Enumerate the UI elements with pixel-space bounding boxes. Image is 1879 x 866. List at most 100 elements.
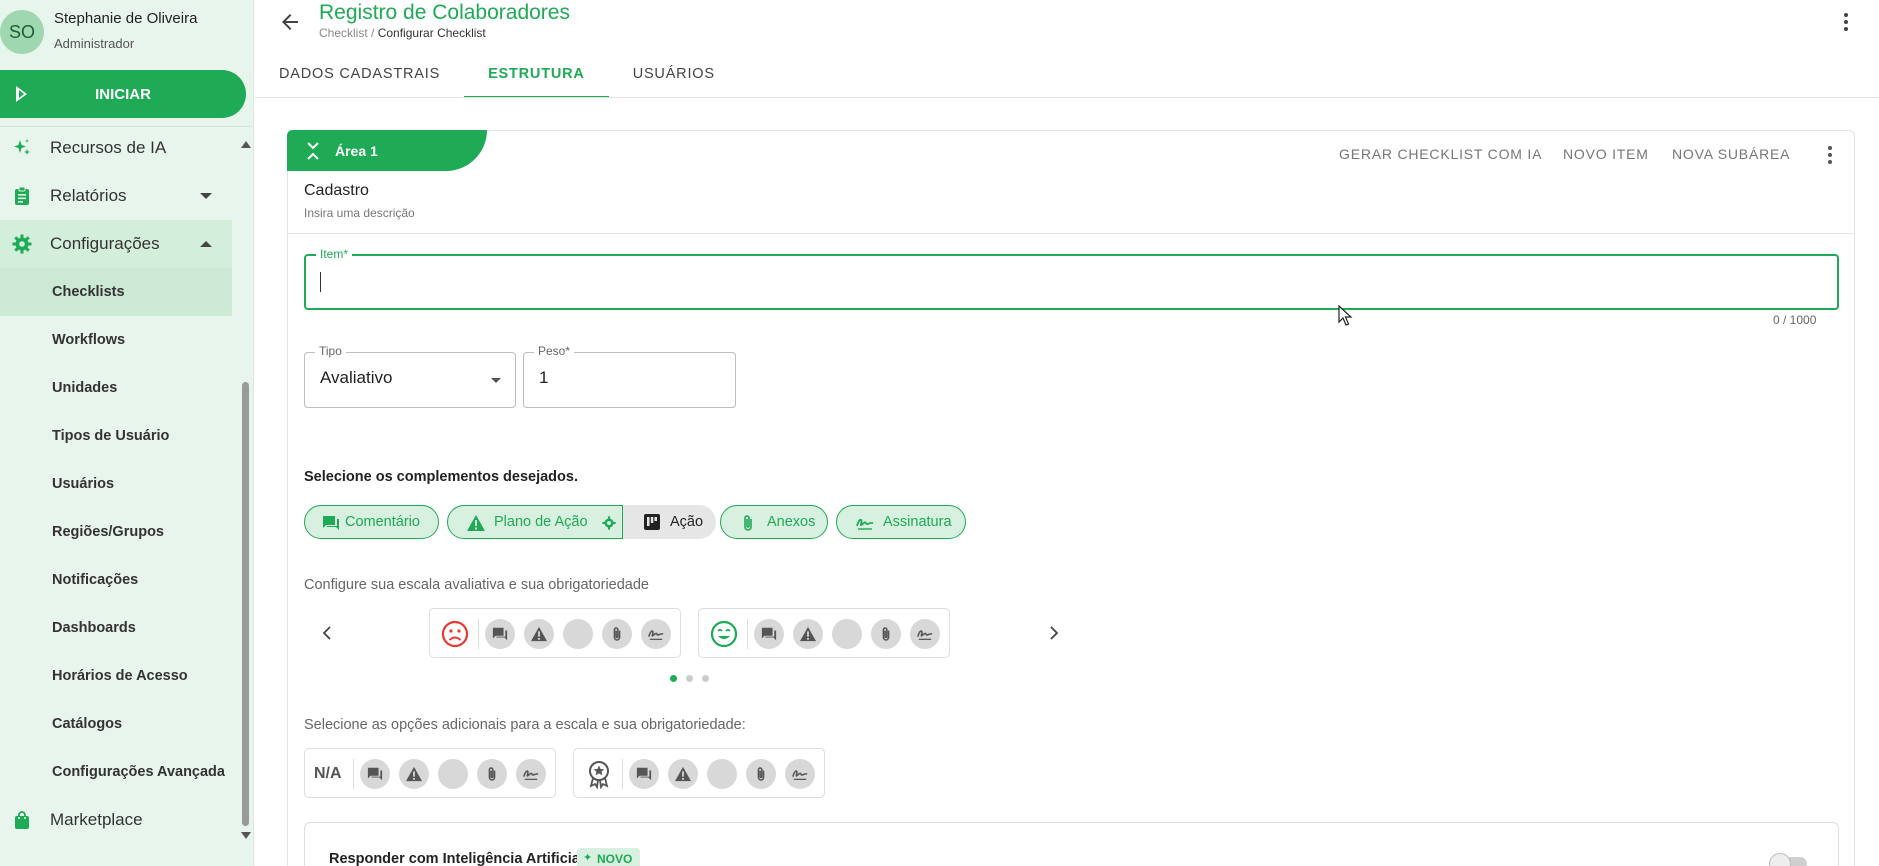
- signature-icon[interactable]: [785, 759, 815, 789]
- warning-icon[interactable]: [399, 759, 429, 789]
- tab-estrutura[interactable]: ESTRUTURA: [464, 50, 609, 98]
- avatar: SO: [0, 10, 44, 54]
- new-badge: NOVO: [577, 848, 641, 866]
- sidebar-item-marketplace[interactable]: Marketplace: [0, 796, 232, 844]
- warning-icon[interactable]: [668, 759, 698, 789]
- sidebar-subitem-config-avancada[interactable]: Configurações Avançada: [0, 748, 232, 796]
- na-label[interactable]: N/A: [314, 765, 342, 783]
- arrow-left-icon: [282, 14, 298, 30]
- area-more-icon[interactable]: [1820, 144, 1840, 166]
- tab-bar: DADOS CADASTRAIS ESTRUTURA USUÁRIOS: [255, 50, 739, 98]
- action-slot-icon[interactable]: [563, 619, 593, 649]
- sidebar-item-recursos-ia[interactable]: Recursos de IA: [0, 124, 232, 172]
- sidebar-subitem-notificacoes[interactable]: Notificações: [0, 556, 232, 604]
- comment-icon[interactable]: [754, 619, 784, 649]
- sidebar-subitem-regioes-grupos[interactable]: Regiões/Grupos: [0, 508, 232, 556]
- ai-answer-box: Responder com Inteligência Artificial NO…: [304, 822, 1839, 866]
- signature-icon[interactable]: [910, 619, 940, 649]
- area-header-tab[interactable]: Área 1: [287, 130, 487, 171]
- ai-answer-toggle[interactable]: [1769, 853, 1807, 866]
- sidebar-subitem-workflows[interactable]: Workflows: [0, 316, 232, 364]
- sidebar-subitem-dashboards[interactable]: Dashboards: [0, 604, 232, 652]
- sidebar-subitem-unidades[interactable]: Unidades: [0, 364, 232, 412]
- section-title[interactable]: Cadastro: [304, 182, 369, 200]
- generate-ai-checklist-button[interactable]: GERAR CHECKLIST COM IA: [1339, 146, 1542, 162]
- scale-next-button[interactable]: [1043, 623, 1063, 643]
- sidebar-subitem-horarios-acesso[interactable]: Horários de Acesso: [0, 652, 232, 700]
- paperclip-icon[interactable]: [602, 619, 632, 649]
- user-name: Stephanie de Oliveira: [54, 10, 198, 27]
- signature-icon[interactable]: [516, 759, 546, 789]
- chip-label: Ação: [670, 514, 704, 530]
- carousel-dot-2[interactable]: [686, 675, 693, 682]
- additional-option-award: [573, 748, 825, 798]
- signature-icon: [856, 518, 874, 530]
- scroll-up-icon[interactable]: [241, 141, 251, 148]
- action-slot-icon[interactable]: [832, 619, 862, 649]
- scroll-down-icon[interactable]: [241, 832, 251, 839]
- comment-icon[interactable]: [360, 759, 390, 789]
- carousel-dot-1[interactable]: [670, 675, 677, 682]
- divider: [747, 619, 748, 649]
- award-badge-icon[interactable]: [584, 759, 614, 789]
- scale-prev-button[interactable]: [318, 623, 338, 643]
- area-label: Área 1: [335, 142, 378, 159]
- text-cursor: [320, 272, 321, 292]
- type-select[interactable]: Tipo Avaliativo: [304, 344, 516, 408]
- item-field[interactable]: Item*: [304, 247, 1839, 310]
- scroll-thumb[interactable]: [242, 382, 249, 826]
- action-slot-icon[interactable]: [438, 759, 468, 789]
- action-slot-icon[interactable]: [707, 759, 737, 789]
- sidebar-item-relatorios[interactable]: Relatórios: [0, 172, 232, 220]
- chevron-right-icon: [1050, 626, 1059, 640]
- comment-icon[interactable]: [485, 619, 515, 649]
- sidebar-subitem-usuarios[interactable]: Usuários: [0, 460, 232, 508]
- sidebar-item-configuracoes[interactable]: Configurações: [0, 220, 232, 268]
- dropdown-arrow-icon: [491, 378, 501, 383]
- comment-icon[interactable]: [629, 759, 659, 789]
- sidebar-scrollbar[interactable]: [238, 124, 252, 846]
- sidebar-subitem-tipos-usuario[interactable]: Tipos de Usuário: [0, 412, 232, 460]
- ai-answer-title: Responder com Inteligência Artificial: [329, 851, 584, 866]
- start-button[interactable]: INICIAR: [0, 70, 246, 118]
- item-char-counter: 0 / 1000: [1773, 313, 1817, 327]
- chip-assinatura[interactable]: Assinatura: [836, 505, 966, 539]
- chip-comentario[interactable]: Comentário: [304, 505, 439, 539]
- more-menu-icon[interactable]: [1836, 10, 1856, 34]
- paperclip-icon[interactable]: [746, 759, 776, 789]
- sidebar-subitem-catalogos[interactable]: Catálogos: [0, 700, 232, 748]
- kanban-icon: [644, 514, 660, 530]
- chip-acao[interactable]: Ação: [623, 505, 716, 539]
- warning-icon[interactable]: [793, 619, 823, 649]
- carousel-dot-3[interactable]: [702, 675, 709, 682]
- settings-gear-icon[interactable]: [602, 516, 616, 530]
- warning-icon[interactable]: [524, 619, 554, 649]
- section-description[interactable]: Insira uma descrição: [304, 206, 415, 220]
- paperclip-icon[interactable]: [871, 619, 901, 649]
- tab-usuarios[interactable]: USUÁRIOS: [609, 50, 739, 98]
- comment-icon: [323, 516, 339, 530]
- type-select-label: Tipo: [315, 344, 346, 358]
- sad-face-icon[interactable]: [440, 619, 470, 649]
- scale-option-happy: [698, 608, 950, 658]
- new-subarea-button[interactable]: NOVA SUBÁREA: [1672, 146, 1790, 162]
- back-button[interactable]: [278, 10, 302, 34]
- weight-input[interactable]: Peso* 1: [523, 344, 736, 408]
- sidebar-divider: [0, 126, 253, 127]
- user-profile[interactable]: SO Stephanie de Oliveira Administrador: [0, 0, 253, 60]
- new-item-button[interactable]: NOVO ITEM: [1563, 146, 1649, 162]
- clipboard-icon: [12, 186, 32, 206]
- chip-plano-de-acao[interactable]: Plano de Ação: [447, 505, 623, 539]
- sidebar-subitem-checklists[interactable]: Checklists: [0, 268, 232, 316]
- breadcrumb-current: Configurar Checklist: [377, 26, 486, 40]
- chip-label: Plano de Ação: [494, 514, 588, 530]
- start-button-label: INICIAR: [95, 85, 151, 103]
- breadcrumb-root[interactable]: Checklist: [319, 26, 368, 40]
- sidebar-item-label: Configurações: [50, 234, 160, 253]
- signature-icon[interactable]: [641, 619, 671, 649]
- paperclip-icon[interactable]: [477, 759, 507, 789]
- happy-face-icon[interactable]: [709, 619, 739, 649]
- chip-anexos[interactable]: Anexos: [720, 505, 828, 539]
- user-role: Administrador: [54, 36, 135, 51]
- tab-dados-cadastrais[interactable]: DADOS CADASTRAIS: [255, 50, 464, 98]
